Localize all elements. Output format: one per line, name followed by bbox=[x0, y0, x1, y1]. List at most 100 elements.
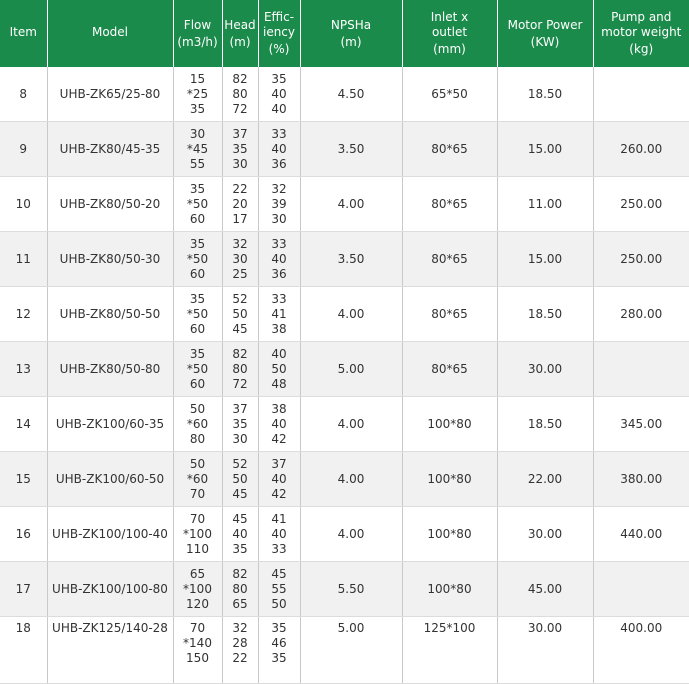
header-label: Pump and motor weight bbox=[601, 10, 681, 39]
head-cell-value: 30 bbox=[223, 157, 258, 172]
weight-cell bbox=[593, 342, 689, 397]
efficiency-cell-value: 40 bbox=[259, 102, 300, 117]
model-cell: UHB-ZK65/25-80 bbox=[47, 67, 173, 122]
header-head: Head(m) bbox=[222, 0, 258, 67]
item-cell: 10 bbox=[0, 177, 47, 232]
header-label: Model bbox=[92, 25, 128, 39]
header-unit: (KW) bbox=[498, 35, 593, 50]
item-cell: 12 bbox=[0, 287, 47, 342]
flow-cell-value: *60 bbox=[174, 417, 222, 432]
head-cell-value: 32 bbox=[223, 621, 258, 636]
inlet-outlet-cell: 80*65 bbox=[402, 122, 497, 177]
header-label: Flow bbox=[184, 18, 211, 32]
efficiency-cell: 414033 bbox=[258, 507, 300, 562]
flow-cell-value: 60 bbox=[174, 377, 222, 392]
head-cell-value: 40 bbox=[223, 527, 258, 542]
model-cell: UHB-ZK80/50-80 bbox=[47, 342, 173, 397]
head-cell: 828072 bbox=[222, 342, 258, 397]
weight-cell: 280.00 bbox=[593, 287, 689, 342]
head-cell: 222017 bbox=[222, 177, 258, 232]
item-cell: 11 bbox=[0, 232, 47, 287]
head-cell-value: 30 bbox=[223, 432, 258, 447]
flow-cell-value: 70 bbox=[174, 487, 222, 502]
efficiency-cell-value: 33 bbox=[259, 127, 300, 142]
table-row: 18UHB-ZK125/140-2870*1401503228223546355… bbox=[0, 617, 689, 684]
header-unit: (mm) bbox=[403, 42, 497, 57]
header-label: Item bbox=[10, 25, 37, 39]
head-cell-value: 37 bbox=[223, 127, 258, 142]
efficiency-cell-value: 30 bbox=[259, 212, 300, 227]
head-cell-value: 20 bbox=[223, 197, 258, 212]
header-label: Head bbox=[224, 18, 255, 32]
efficiency-cell-value: 37 bbox=[259, 457, 300, 472]
item-cell: 15 bbox=[0, 452, 47, 507]
motor-power-cell: 11.00 bbox=[497, 177, 593, 232]
inlet-outlet-cell: 65*50 bbox=[402, 67, 497, 122]
head-cell-value: 32 bbox=[223, 237, 258, 252]
model-cell: UHB-ZK80/50-30 bbox=[47, 232, 173, 287]
head-cell-value: 82 bbox=[223, 567, 258, 582]
flow-cell-value: *45 bbox=[174, 142, 222, 157]
head-cell-value: 52 bbox=[223, 457, 258, 472]
efficiency-cell-value: 50 bbox=[259, 597, 300, 612]
item-cell: 8 bbox=[0, 67, 47, 122]
efficiency-cell-value: 35 bbox=[259, 621, 300, 636]
head-cell: 525045 bbox=[222, 287, 258, 342]
npsha-cell: 3.50 bbox=[300, 122, 402, 177]
weight-cell: 250.00 bbox=[593, 232, 689, 287]
flow-cell: 70*100110 bbox=[173, 507, 222, 562]
npsha-cell: 3.50 bbox=[300, 232, 402, 287]
flow-cell-value: 60 bbox=[174, 212, 222, 227]
inlet-outlet-cell: 100*80 bbox=[402, 562, 497, 617]
flow-cell: 35*5060 bbox=[173, 342, 222, 397]
table-row: 17UHB-ZK100/100-8065*1001208280654555505… bbox=[0, 562, 689, 617]
flow-cell: 35*5060 bbox=[173, 177, 222, 232]
flow-cell-value: 80 bbox=[174, 432, 222, 447]
header-npsha: NPSHa(m) bbox=[300, 0, 402, 67]
head-cell: 828065 bbox=[222, 562, 258, 617]
head-cell-value: 52 bbox=[223, 292, 258, 307]
efficiency-cell-value: 55 bbox=[259, 582, 300, 597]
head-cell: 323025 bbox=[222, 232, 258, 287]
npsha-cell: 5.00 bbox=[300, 342, 402, 397]
npsha-cell: 5.00 bbox=[300, 617, 402, 684]
head-cell-value: 80 bbox=[223, 87, 258, 102]
weight-cell: 400.00 bbox=[593, 617, 689, 684]
efficiency-cell-value: 38 bbox=[259, 322, 300, 337]
model-cell: UHB-ZK125/140-28 bbox=[47, 617, 173, 684]
efficiency-cell-value: 33 bbox=[259, 542, 300, 557]
head-cell-value: 45 bbox=[223, 512, 258, 527]
table-body: 8UHB-ZK65/25-8015*25358280723540404.5065… bbox=[0, 67, 689, 684]
head-cell-value: 30 bbox=[223, 252, 258, 267]
motor-power-cell: 18.50 bbox=[497, 287, 593, 342]
flow-cell-value: 30 bbox=[174, 127, 222, 142]
head-cell-value: 80 bbox=[223, 582, 258, 597]
head-cell-value: 50 bbox=[223, 307, 258, 322]
item-cell: 17 bbox=[0, 562, 47, 617]
flow-cell-value: 150 bbox=[174, 651, 222, 666]
flow-cell: 50*6080 bbox=[173, 397, 222, 452]
head-cell-value: 17 bbox=[223, 212, 258, 227]
head-cell: 322822 bbox=[222, 617, 258, 684]
flow-cell: 35*5060 bbox=[173, 232, 222, 287]
efficiency-cell-value: 33 bbox=[259, 292, 300, 307]
efficiency-cell-value: 41 bbox=[259, 307, 300, 322]
head-cell: 373530 bbox=[222, 397, 258, 452]
flow-cell: 50*6070 bbox=[173, 452, 222, 507]
header-flow: Flow(m3/h) bbox=[173, 0, 222, 67]
head-cell-value: 35 bbox=[223, 417, 258, 432]
flow-cell-value: 15 bbox=[174, 72, 222, 87]
item-cell: 14 bbox=[0, 397, 47, 452]
efficiency-cell: 354040 bbox=[258, 67, 300, 122]
flow-cell-value: 50 bbox=[174, 457, 222, 472]
motor-power-cell: 22.00 bbox=[497, 452, 593, 507]
efficiency-cell: 374042 bbox=[258, 452, 300, 507]
weight-cell: 440.00 bbox=[593, 507, 689, 562]
flow-cell-value: 70 bbox=[174, 621, 222, 636]
npsha-cell: 4.00 bbox=[300, 177, 402, 232]
npsha-cell: 4.00 bbox=[300, 507, 402, 562]
efficiency-cell: 323930 bbox=[258, 177, 300, 232]
flow-cell-value: *50 bbox=[174, 252, 222, 267]
inlet-outlet-cell: 80*65 bbox=[402, 342, 497, 397]
motor-power-cell: 18.50 bbox=[497, 397, 593, 452]
